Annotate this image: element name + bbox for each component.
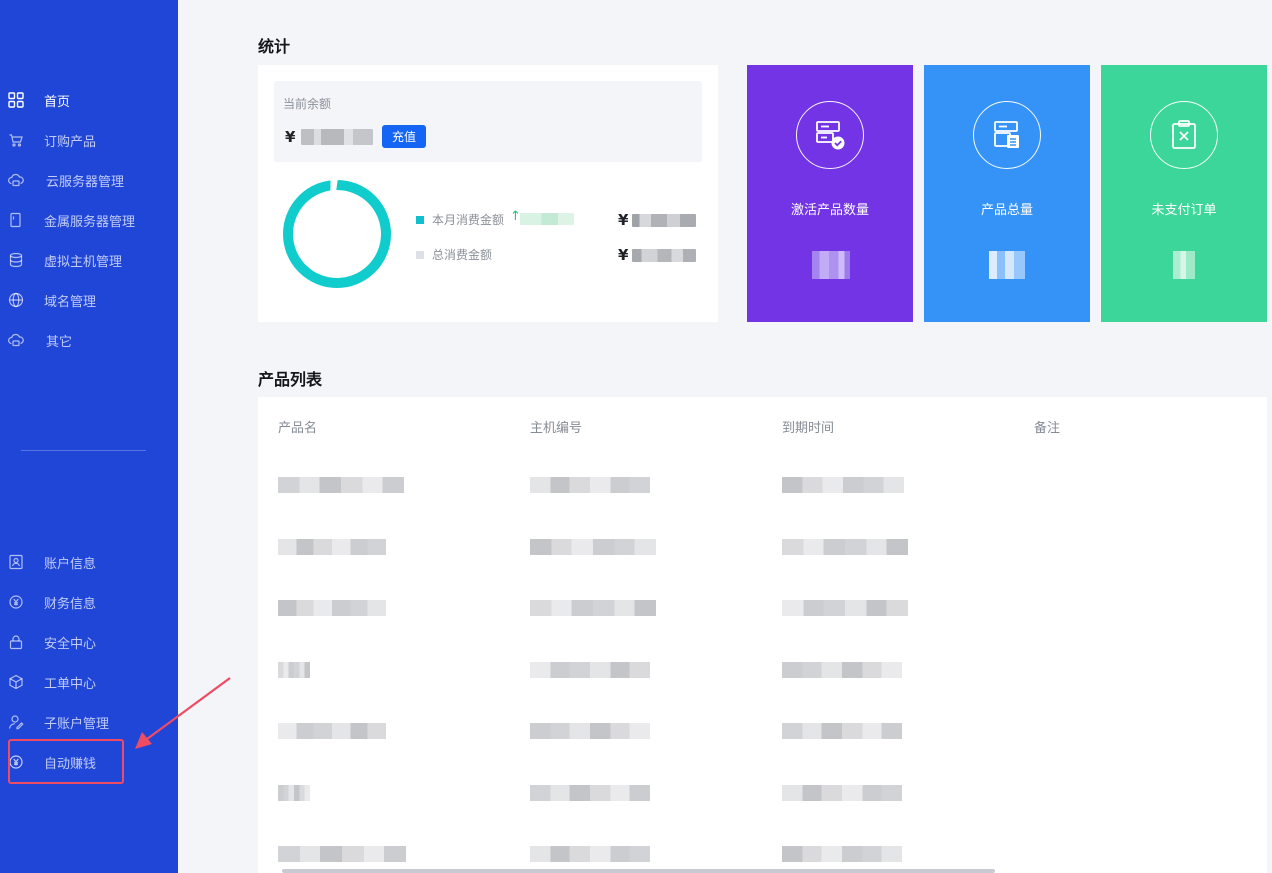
sidebar-item-label: 财务信息 <box>44 596 97 612</box>
table-cell-redacted <box>278 784 310 801</box>
sub-user-icon <box>8 714 24 730</box>
globe-icon <box>8 292 24 308</box>
current-balance-panel: 当前余额 ¥ 充值 <box>274 81 702 162</box>
table-cell-redacted <box>530 661 650 678</box>
sidebar-item-label: 安全中心 <box>44 636 97 652</box>
sidebar-item-label: 订购产品 <box>44 134 97 150</box>
table-cell-redacted <box>278 600 386 616</box>
annotation-highlight-box <box>8 739 124 784</box>
sidebar-item-cloud-server[interactable]: 云服务器管理 <box>0 160 178 200</box>
table-cell-redacted <box>782 538 908 555</box>
table-cell-redacted <box>530 723 650 739</box>
monthly-currency: ¥ <box>618 211 629 229</box>
horizontal-scrollbar[interactable] <box>282 869 995 873</box>
table-cell-redacted <box>530 600 656 616</box>
table-cell-redacted <box>782 477 904 493</box>
sidebar-item-metal-server[interactable]: 金属服务器管理 <box>0 200 178 240</box>
column-header-product-name: 产品名 <box>278 421 318 436</box>
cloud-server-icon <box>8 172 24 188</box>
unpaid-orders-value-redacted <box>1173 251 1195 279</box>
balance-card: 当前余额 ¥ 充值 本月消费金额 ↑ ¥ 总消费金额 ¥ <box>258 65 718 322</box>
balance-label: 当前余额 <box>283 97 332 111</box>
column-header-remarks: 备注 <box>1034 421 1061 436</box>
sidebar-item-label: 子账户管理 <box>44 716 110 732</box>
sidebar-item-label: 其它 <box>46 334 73 350</box>
user-card-icon <box>8 554 24 570</box>
sidebar-item-virtual-host[interactable]: 虚拟主机管理 <box>0 240 178 280</box>
sidebar-item-label: 虚拟主机管理 <box>44 254 123 270</box>
sidebar-item-label: 金属服务器管理 <box>44 214 136 230</box>
sidebar-item-order-products[interactable]: 订购产品 <box>0 120 178 160</box>
balance-currency: ¥ <box>285 128 296 146</box>
sidebar-item-label: 域名管理 <box>44 294 97 310</box>
table-cell-redacted <box>530 538 656 555</box>
balance-amount-redacted <box>301 129 373 145</box>
donut-ring <box>283 180 391 288</box>
table-cell-redacted <box>782 846 902 862</box>
annotation-arrow-icon <box>135 677 231 749</box>
column-header-expiry: 到期时间 <box>782 421 835 436</box>
stat-circle <box>973 101 1041 169</box>
donut-gap <box>330 178 338 191</box>
grid-icon <box>8 92 24 108</box>
stat-label: 产品总量 <box>980 203 1033 218</box>
yuan-circle-icon <box>8 594 24 610</box>
cloud-other-icon <box>8 332 24 348</box>
recharge-button[interactable]: 充值 <box>382 125 426 148</box>
table-cell-redacted <box>278 846 406 862</box>
sidebar-item-label: 账户信息 <box>44 556 97 572</box>
active-products-card[interactable]: 激活产品数量 <box>747 65 913 322</box>
server-list-icon <box>994 121 1019 148</box>
stat-circle <box>1150 101 1218 169</box>
legend-monthly-label: 本月消费金额 <box>432 213 505 227</box>
sidebar-item-account-info[interactable]: 账户信息 <box>0 542 178 582</box>
total-products-card[interactable]: 产品总量 <box>924 65 1090 322</box>
sidebar-item-security[interactable]: 安全中心 <box>0 622 178 662</box>
sidebar-item-domain[interactable]: 域名管理 <box>0 280 178 320</box>
table-cell-redacted <box>782 600 908 616</box>
legend-total-marker <box>416 251 424 259</box>
active-products-value-redacted <box>812 251 850 279</box>
stat-label: 激活产品数量 <box>790 203 869 218</box>
cart-icon <box>8 132 24 148</box>
monthly-amount-redacted <box>632 214 696 227</box>
sidebar-item-other[interactable]: 其它 <box>0 320 178 360</box>
monthly-trend-redacted <box>520 213 574 225</box>
sidebar-item-label: 云服务器管理 <box>46 174 125 190</box>
legend-monthly-marker <box>416 216 424 224</box>
table-cell-redacted <box>782 661 902 678</box>
database-icon <box>8 252 24 268</box>
sidebar-divider <box>21 450 146 451</box>
table-cell-redacted <box>278 477 404 493</box>
stat-circle <box>796 101 864 169</box>
total-amount-redacted <box>632 249 696 262</box>
table-cell-redacted <box>782 784 902 801</box>
cube-icon <box>8 674 24 690</box>
table-cell-redacted <box>782 723 902 739</box>
table-cell-redacted <box>530 477 650 493</box>
consumption-donut-chart <box>283 178 391 288</box>
stats-title: 统计 <box>258 37 291 56</box>
table-cell-redacted <box>278 538 386 555</box>
lock-icon <box>8 634 24 650</box>
stat-label: 未支付订单 <box>1151 203 1217 218</box>
table-cell-redacted <box>530 784 650 801</box>
total-currency: ¥ <box>618 246 629 264</box>
sidebar-item-label: 首页 <box>44 94 71 110</box>
legend-total-label: 总消费金额 <box>432 248 493 262</box>
server-check-icon <box>816 121 845 150</box>
table-cell-redacted <box>530 846 650 862</box>
table-cell-redacted <box>278 661 310 678</box>
sidebar-item-label: 工单中心 <box>44 676 97 692</box>
total-products-value-redacted <box>989 251 1025 279</box>
unpaid-orders-card[interactable]: 未支付订单 <box>1101 65 1267 322</box>
products-title: 产品列表 <box>258 370 323 389</box>
sidebar-item-finance[interactable]: 财务信息 <box>0 582 178 622</box>
metal-server-icon <box>8 212 24 228</box>
sidebar-item-home[interactable]: 首页 <box>0 80 178 120</box>
table-cell-redacted <box>278 723 386 739</box>
clipboard-x-icon <box>1172 120 1196 149</box>
products-table: 产品名 主机编号 到期时间 备注 <box>258 397 1267 873</box>
column-header-host-id: 主机编号 <box>530 421 583 436</box>
